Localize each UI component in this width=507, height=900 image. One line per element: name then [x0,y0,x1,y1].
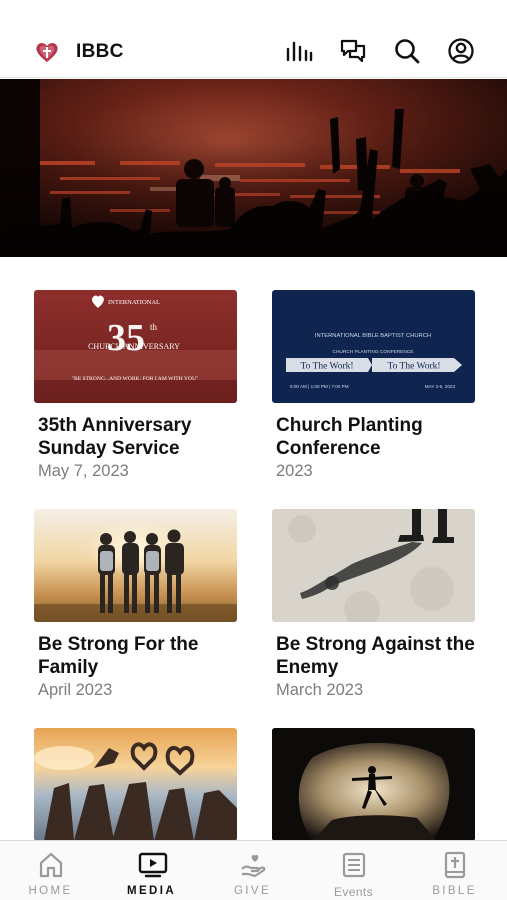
thumb-conf-church-name: INTERNATIONAL BIBLE BAPTIST CHURCH [315,333,431,339]
church-logo-icon [34,40,60,64]
tab-label: HOME [28,885,73,897]
thumb-conf-banner-left: To The Work! [300,362,353,372]
give-icon [239,851,267,879]
thumb-anniversary-subtitle: CHURCH ANNIVERSARY [88,342,180,351]
bible-icon [441,851,469,879]
media-card-anniversary[interactable]: INTERNATIONAL 35 th CHURCH ANNIVERSARY "… [34,290,237,481]
media-card-date: 2023 [276,462,313,480]
media-card-date: April 2023 [38,681,113,699]
heart-hands-thumbnail [34,728,237,841]
media-card-family[interactable]: Be Strong For the Family April 2023 [34,509,237,700]
tab-give[interactable]: GIVE [202,841,303,900]
events-icon [340,851,368,879]
app-title: IBBC [76,41,124,62]
tab-events[interactable]: Events [303,841,404,900]
tab-media[interactable]: MEDIA [101,841,202,900]
media-card-title: 35th Anniversary Sunday Service [38,415,192,459]
thumb-logo-text: INTERNATIONAL [108,299,160,306]
media-card-enemy[interactable]: Be Strong Against the Enemy March 2023 [272,509,475,700]
thumb-conf-name: CHURCH PLANTING CONFERENCE [332,349,413,355]
media-icon [138,851,167,879]
thumb-anniversary-suffix: th [150,322,158,332]
account-icon[interactable] [446,36,476,66]
hero-worship-image[interactable] [0,79,507,257]
thumb-conf-times: 9:00 AM | 1:00 PM | 7:00 PM [290,384,349,389]
bars-icon[interactable] [284,36,314,66]
tab-label: Events [333,885,374,899]
bottom-tab-bar: HOME MEDIA GIVE Events BIBLE [0,840,507,900]
thumb-conf-dates: MAY 3-5, 2023 [425,384,456,389]
media-card-title: Be Strong For the Family [38,634,199,678]
chat-icon[interactable] [338,36,368,66]
tab-label: MEDIA [126,885,177,897]
home-icon [37,851,65,879]
media-card-heart-hands[interactable] [34,728,237,852]
anniversary-thumbnail: INTERNATIONAL 35 th CHURCH ANNIVERSARY "… [34,290,237,403]
app-header: IBBC [0,0,507,78]
tab-label: BIBLE [432,885,477,897]
media-card-title: Be Strong Against the Enemy [276,634,475,678]
thumb-motto: "BE STRONG...AND WORK: FOR I AM WITH YOU… [72,376,199,382]
media-card-date: May 7, 2023 [38,462,129,480]
family-thumbnail [34,509,237,622]
media-card-date: March 2023 [276,681,364,699]
thumb-conf-banner-right: To The Work! [387,362,440,372]
tab-home[interactable]: HOME [0,841,101,900]
search-icon[interactable] [392,36,422,66]
media-card-title: Church Planting Conference [276,415,423,459]
thumb-anniversary-number: 35 [107,317,145,359]
cave-thumbnail [272,728,475,841]
media-card-church-planting[interactable]: INTERNATIONAL BIBLE BAPTIST CHURCH CHURC… [272,290,475,481]
conference-thumbnail: INTERNATIONAL BIBLE BAPTIST CHURCH CHURC… [272,290,475,403]
tab-label: GIVE [233,885,272,897]
tab-bible[interactable]: BIBLE [404,841,505,900]
media-card-cave[interactable] [272,728,475,852]
enemy-thumbnail [272,509,475,622]
